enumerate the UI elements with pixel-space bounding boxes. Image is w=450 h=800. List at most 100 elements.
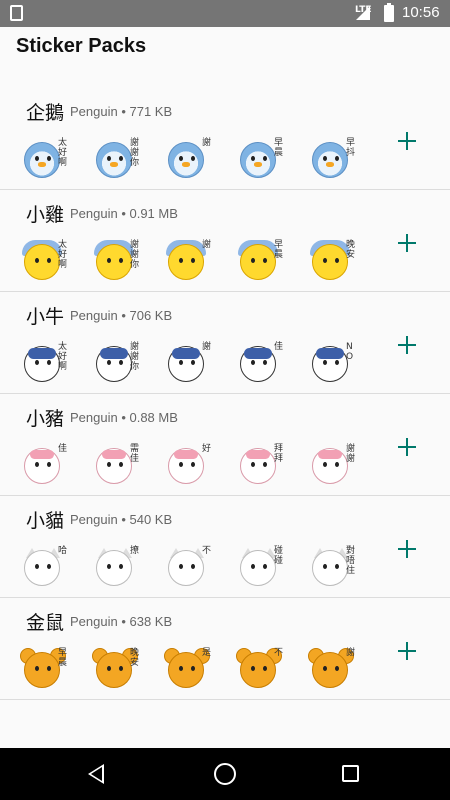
sticker-caption: 謝 <box>202 138 212 148</box>
system-nav-bar <box>0 748 450 800</box>
sticker-pack-row[interactable]: 企鵝 Penguin • 771 KB 太好啊 謝謝你 謝 早晨 早抖 <box>0 88 450 190</box>
sticker-caption: 拜拜 <box>274 444 284 464</box>
pack-meta: Penguin • 0.88 MB <box>70 410 178 425</box>
sticker-pack-row[interactable]: 小豬 Penguin • 0.88 MB 佳 需佳 好 拜拜 謝謝 <box>0 394 450 496</box>
pack-name: 金鼠 <box>26 612 65 634</box>
cat-sticker-icon: 對唔住 <box>306 544 356 590</box>
cow-sticker-icon: 謝 <box>162 340 212 386</box>
pack-name: 企鵝 <box>26 102 65 124</box>
app-bar: Sticker Packs <box>0 27 450 72</box>
pig-sticker-icon: 需佳 <box>90 442 140 488</box>
chick-sticker-icon: 謝 <box>162 238 212 284</box>
home-icon[interactable] <box>214 763 236 785</box>
status-time: 10:56 <box>402 4 440 21</box>
pack-name: 小牛 <box>26 306 65 328</box>
battery-icon <box>384 3 394 22</box>
pig-sticker-icon: 拜拜 <box>234 442 284 488</box>
sticker-caption: 謝 <box>202 240 212 250</box>
pig-sticker-icon: 佳 <box>18 442 68 488</box>
cat-sticker-icon: 不 <box>162 544 212 590</box>
sticker-caption: 太好啊 <box>58 342 68 372</box>
sticker-caption: 哈 <box>58 546 68 556</box>
pack-meta: Penguin • 771 KB <box>70 104 173 119</box>
add-pack-button[interactable] <box>394 638 420 664</box>
pack-meta: Penguin • 0.91 MB <box>70 206 178 221</box>
network-type-label: LTE <box>355 5 372 15</box>
pig-sticker-icon: 好 <box>162 442 212 488</box>
pack-name: 小豬 <box>26 408 65 430</box>
mouse-sticker-icon: 不 <box>234 646 284 692</box>
penguin-sticker-icon: 早抖 <box>306 136 356 182</box>
page-title: Sticker Packs <box>16 35 147 57</box>
sticker-preview-row: 早晨 晚安 是 不 謝 <box>18 646 378 694</box>
sticker-preview-row: 太好啊 謝謝你 謝 早晨 晚安 <box>18 238 378 286</box>
sticker-caption: 不 <box>202 546 212 556</box>
sticker-pack-row[interactable]: 金鼠 Penguin • 638 KB 早晨 晚安 是 不 謝 <box>0 598 450 700</box>
add-pack-button[interactable] <box>394 434 420 460</box>
chick-sticker-icon: 太好啊 <box>18 238 68 284</box>
add-pack-button[interactable] <box>394 230 420 256</box>
sticker-preview-row: 太好啊 謝謝你 謝 佳 NO <box>18 340 378 388</box>
cow-sticker-icon: 佳 <box>234 340 284 386</box>
sticker-caption: 謝謝你 <box>130 240 140 270</box>
sticker-caption: 謝謝你 <box>130 138 140 168</box>
pack-name: 小雞 <box>26 204 65 226</box>
pack-meta: Penguin • 638 KB <box>70 614 173 629</box>
sim-card-icon <box>10 5 23 21</box>
sticker-preview-row: 哈 撩 不 碰碰 對唔住 <box>18 544 378 592</box>
back-icon[interactable] <box>88 764 104 784</box>
sticker-caption: 不 <box>274 648 284 658</box>
penguin-sticker-icon: 謝謝你 <box>90 136 140 182</box>
sticker-caption: 謝 <box>202 342 212 352</box>
penguin-sticker-icon: 謝 <box>162 136 212 182</box>
sticker-caption: 佳 <box>274 342 284 352</box>
cow-sticker-icon: NO <box>306 340 356 386</box>
sticker-caption: 謝謝 <box>346 444 356 464</box>
sticker-caption: 好 <box>202 444 212 454</box>
pack-name: 小貓 <box>26 510 65 532</box>
pack-meta: Penguin • 540 KB <box>70 512 173 527</box>
penguin-sticker-icon: 早晨 <box>234 136 284 182</box>
add-pack-button[interactable] <box>394 536 420 562</box>
chick-sticker-icon: 早晨 <box>234 238 284 284</box>
cow-sticker-icon: 太好啊 <box>18 340 68 386</box>
add-pack-button[interactable] <box>394 332 420 358</box>
recents-icon[interactable] <box>342 765 359 782</box>
cat-sticker-icon: 碰碰 <box>234 544 284 590</box>
sticker-preview-row: 佳 需佳 好 拜拜 謝謝 <box>18 442 378 490</box>
sticker-caption: 謝 <box>346 648 356 658</box>
mouse-sticker-icon: 謝 <box>306 646 356 692</box>
add-pack-button[interactable] <box>394 128 420 154</box>
sticker-caption: 早抖 <box>346 138 356 158</box>
cow-sticker-icon: 謝謝你 <box>90 340 140 386</box>
mouse-sticker-icon: 是 <box>162 646 212 692</box>
sticker-caption: 太好啊 <box>58 138 68 168</box>
chick-sticker-icon: 晚安 <box>306 238 356 284</box>
sticker-preview-row: 太好啊 謝謝你 謝 早晨 早抖 <box>18 136 378 184</box>
sticker-pack-row[interactable]: 小貓 Penguin • 540 KB 哈 撩 不 碰碰 對唔住 <box>0 496 450 598</box>
sticker-pack-row[interactable]: 小牛 Penguin • 706 KB 太好啊 謝謝你 謝 佳 NO <box>0 292 450 394</box>
sticker-caption: 晚安 <box>130 648 140 668</box>
sticker-caption: 早晨 <box>274 138 284 158</box>
sticker-caption: 佳 <box>58 444 68 454</box>
chick-sticker-icon: 謝謝你 <box>90 238 140 284</box>
sticker-caption: 謝謝你 <box>130 342 140 372</box>
sticker-caption: 是 <box>202 648 212 658</box>
cat-sticker-icon: 哈 <box>18 544 68 590</box>
pig-sticker-icon: 謝謝 <box>306 442 356 488</box>
status-bar: LTE 10:56 <box>0 0 450 27</box>
mouse-sticker-icon: 早晨 <box>18 646 68 692</box>
sticker-caption: NO <box>346 342 354 362</box>
sticker-pack-row[interactable]: 小雞 Penguin • 0.91 MB 太好啊 謝謝你 謝 早晨 晚安 <box>0 190 450 292</box>
sticker-caption: 早晨 <box>58 648 68 668</box>
cat-sticker-icon: 撩 <box>90 544 140 590</box>
sticker-caption: 早晨 <box>274 240 284 260</box>
pack-meta: Penguin • 706 KB <box>70 308 173 323</box>
sticker-caption: 對唔住 <box>346 546 356 576</box>
sticker-caption: 碰碰 <box>274 546 284 566</box>
sticker-caption: 太好啊 <box>58 240 68 270</box>
sticker-caption: 晚安 <box>346 240 356 260</box>
penguin-sticker-icon: 太好啊 <box>18 136 68 182</box>
sticker-pack-list[interactable]: 企鵝 Penguin • 771 KB 太好啊 謝謝你謝早晨 早抖 小雞 Pengu… <box>0 88 450 700</box>
sticker-caption: 需佳 <box>130 444 140 464</box>
